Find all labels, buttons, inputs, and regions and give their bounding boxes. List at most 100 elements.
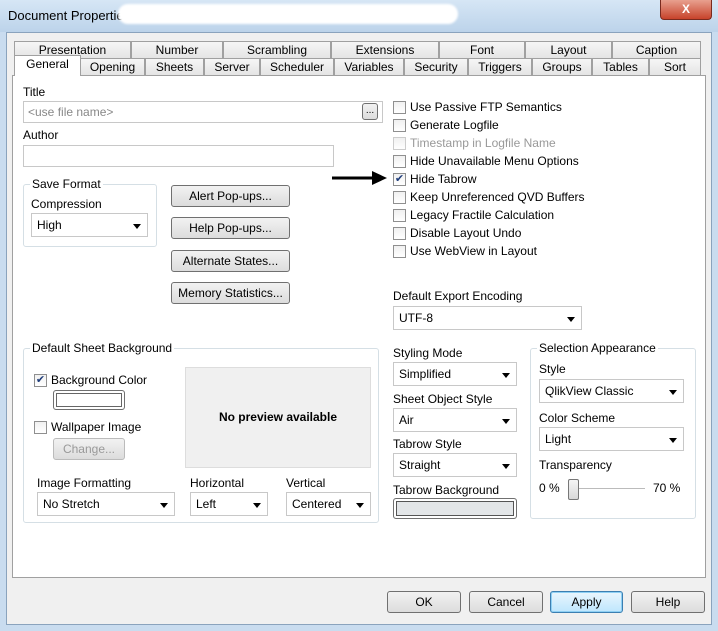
transparency-slider-track[interactable] — [573, 488, 645, 490]
horizontal-value: Left — [196, 497, 217, 511]
export-encoding-label: Default Export Encoding — [393, 289, 523, 303]
compression-select[interactable]: High — [31, 213, 148, 237]
color-scheme-value: Light — [545, 432, 572, 446]
wallpaper-checkbox[interactable]: Wallpaper Image — [34, 419, 141, 435]
tab-number[interactable]: Number — [131, 41, 223, 59]
preview-box: No preview available — [185, 367, 371, 468]
tab-tables[interactable]: Tables — [592, 58, 649, 76]
chevron-down-icon — [567, 317, 575, 322]
chevron-down-icon — [253, 503, 261, 508]
alert-popups-button[interactable]: Alert Pop-ups... — [171, 185, 290, 207]
tab-scheduler[interactable]: Scheduler — [260, 58, 334, 76]
option-checkbox[interactable]: Hide Unavailable Menu Options — [393, 153, 579, 169]
export-encoding-select[interactable]: UTF-8 — [393, 306, 582, 330]
vertical-select[interactable]: Centered — [286, 492, 371, 516]
sheet-background-label: Default Sheet Background — [30, 341, 175, 355]
chevron-down-icon — [356, 503, 364, 508]
option-label: Keep Unreferenced QVD Buffers — [410, 190, 585, 204]
transparency-max-label: 70 % — [653, 481, 681, 495]
tab-security[interactable]: Security — [404, 58, 468, 76]
change-wallpaper-button[interactable]: Change... — [53, 438, 125, 460]
tabrow-background-swatch[interactable] — [393, 498, 517, 519]
chevron-down-icon — [502, 419, 510, 424]
title-input[interactable]: <use file name> — [23, 101, 383, 123]
wallpaper-label: Wallpaper Image — [51, 420, 142, 434]
apply-button[interactable]: Apply — [550, 591, 623, 613]
color-scheme-label: Color Scheme — [539, 411, 616, 425]
tab-server[interactable]: Server — [204, 58, 260, 76]
option-checkbox[interactable]: Timestamp in Logfile Name — [393, 135, 556, 151]
option-checkbox[interactable]: Generate Logfile — [393, 117, 499, 133]
cancel-button[interactable]: Cancel — [469, 591, 543, 613]
author-input[interactable] — [23, 145, 334, 167]
color-scheme-select[interactable]: Light — [539, 427, 684, 451]
help-button[interactable]: Help — [631, 591, 705, 613]
title-browse-button[interactable]: ... — [362, 103, 378, 120]
tab-sheets[interactable]: Sheets — [145, 58, 204, 76]
option-checkbox[interactable]: Use Passive FTP Semantics — [393, 99, 562, 115]
compression-label: Compression — [31, 197, 102, 211]
option-checkbox[interactable]: Disable Layout Undo — [393, 225, 521, 241]
help-popups-button[interactable]: Help Pop-ups... — [171, 217, 290, 239]
styling-mode-select[interactable]: Simplified — [393, 362, 517, 386]
tab-font[interactable]: Font — [439, 41, 525, 59]
tab-variables[interactable]: Variables — [334, 58, 404, 76]
style-label: Style — [539, 362, 566, 376]
tabrow-style-select[interactable]: Straight — [393, 453, 517, 477]
chevron-down-icon — [502, 373, 510, 378]
background-color-swatch[interactable] — [53, 390, 125, 410]
sheet-object-style-value: Air — [399, 413, 414, 427]
tab-groups[interactable]: Groups — [532, 58, 592, 76]
checkbox-icon — [393, 118, 406, 132]
sheet-object-style-select[interactable]: Air — [393, 408, 517, 432]
transparency-label: Transparency — [539, 458, 612, 472]
option-checkbox[interactable]: Keep Unreferenced QVD Buffers — [393, 189, 585, 205]
tab-caption[interactable]: Caption — [612, 41, 701, 59]
image-formatting-select[interactable]: No Stretch — [37, 492, 175, 516]
title-label: Title — [23, 85, 46, 99]
close-button[interactable]: X — [660, 0, 712, 20]
option-label: Disable Layout Undo — [410, 226, 522, 240]
ok-button[interactable]: OK — [387, 591, 461, 613]
tab-triggers[interactable]: Triggers — [468, 58, 532, 76]
checkbox-icon — [393, 136, 406, 150]
tabrow-style-value: Straight — [399, 458, 441, 472]
tabrow-style-label: Tabrow Style — [393, 437, 462, 451]
author-label: Author — [23, 128, 59, 142]
transparency-slider-thumb[interactable] — [568, 479, 579, 500]
checkbox-icon — [393, 154, 406, 168]
selection-appearance-label: Selection Appearance — [537, 341, 658, 355]
option-checkbox[interactable]: Legacy Fractile Calculation — [393, 207, 554, 223]
tab-general[interactable]: General — [14, 55, 81, 76]
alternate-states-button[interactable]: Alternate States... — [171, 250, 290, 272]
tab-scrambling[interactable]: Scrambling — [223, 41, 331, 59]
option-label: Generate Logfile — [410, 118, 499, 132]
styling-mode-label: Styling Mode — [393, 346, 463, 360]
tab-layout[interactable]: Layout — [525, 41, 612, 59]
chevron-down-icon — [669, 438, 677, 443]
selection-style-select[interactable]: QlikView Classic — [539, 379, 684, 403]
tab-sort[interactable]: Sort — [649, 58, 701, 76]
memory-statistics-button[interactable]: Memory Statistics... — [171, 282, 290, 304]
option-label: Use WebView in Layout — [410, 244, 537, 258]
horizontal-label: Horizontal — [190, 476, 245, 490]
option-checkbox[interactable]: Use WebView in Layout — [393, 243, 537, 259]
option-label: Hide Unavailable Menu Options — [410, 154, 579, 168]
horizontal-select[interactable]: Left — [190, 492, 268, 516]
redacted-filename — [118, 4, 458, 24]
compression-value: High — [37, 218, 62, 232]
tabrow-background-label: Tabrow Background — [393, 483, 500, 497]
background-color-checkbox[interactable]: ✔ Background Color — [34, 372, 147, 388]
option-label: Timestamp in Logfile Name — [410, 136, 556, 150]
image-formatting-label: Image Formatting — [37, 476, 132, 490]
chevron-down-icon — [669, 390, 677, 395]
checkbox-icon — [393, 208, 406, 222]
vertical-label: Vertical — [286, 476, 326, 490]
tab-extensions[interactable]: Extensions — [331, 41, 439, 59]
checkbox-icon — [393, 190, 406, 204]
tab-opening[interactable]: Opening — [80, 58, 145, 76]
option-checkbox[interactable]: ✔ Hide Tabrow — [393, 171, 476, 187]
selection-style-value: QlikView Classic — [545, 384, 634, 398]
chevron-down-icon — [160, 503, 168, 508]
transparency-min-label: 0 % — [539, 481, 560, 495]
